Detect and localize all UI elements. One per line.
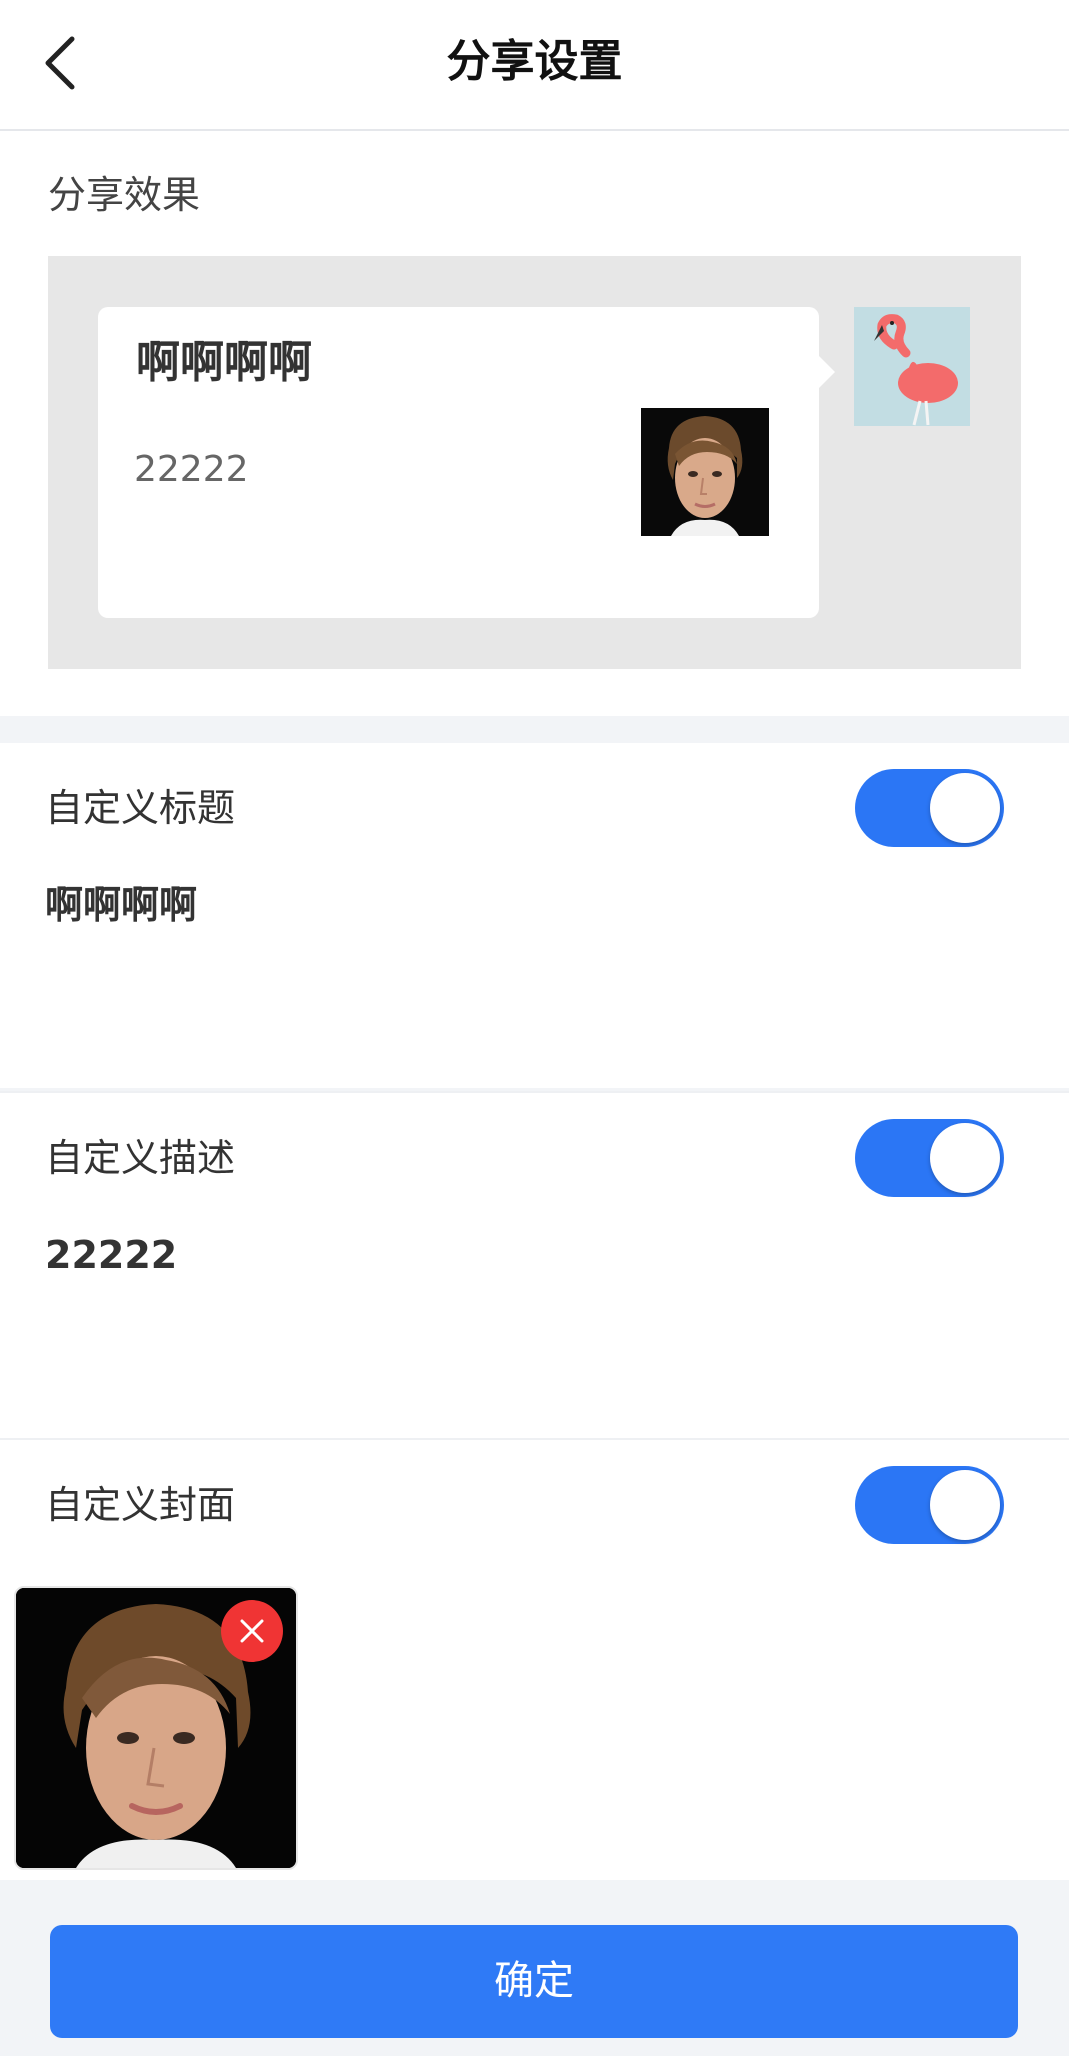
- close-icon: [240, 1619, 264, 1643]
- confirm-button[interactable]: 确定: [50, 1925, 1018, 2038]
- custom-description-setting: 自定义描述 22222: [0, 1091, 1069, 1438]
- preview-box: 啊啊啊啊 22222: [48, 256, 1021, 669]
- flamingo-avatar: [854, 307, 970, 426]
- custom-description-label: 自定义描述: [45, 1136, 236, 1180]
- custom-cover-setting: 自定义封面: [0, 1438, 1069, 1880]
- preview-label: 分享效果: [48, 173, 201, 217]
- share-card-title: 啊啊啊啊: [136, 337, 312, 388]
- page-title: 分享设置: [446, 36, 623, 87]
- share-preview-section: 分享效果 啊啊啊啊 22222: [0, 131, 1069, 716]
- custom-cover-toggle[interactable]: [855, 1466, 1004, 1544]
- toggle-knob: [930, 1470, 1000, 1540]
- custom-description-toggle[interactable]: [855, 1119, 1004, 1197]
- share-card: 啊啊啊啊 22222: [98, 307, 819, 618]
- custom-cover-label: 自定义封面: [45, 1483, 236, 1527]
- top-bar: 分享设置: [0, 0, 1069, 131]
- custom-title-label: 自定义标题: [45, 786, 236, 830]
- share-card-description: 22222: [134, 449, 249, 490]
- remove-cover-button[interactable]: [221, 1600, 283, 1662]
- custom-title-value[interactable]: 啊啊啊啊: [45, 878, 197, 932]
- toggle-knob: [930, 1123, 1000, 1193]
- custom-title-setting: 自定义标题 啊啊啊啊: [0, 743, 1069, 1088]
- custom-title-toggle[interactable]: [855, 769, 1004, 847]
- cover-image[interactable]: [14, 1586, 298, 1870]
- custom-description-value[interactable]: 22222: [45, 1228, 177, 1282]
- share-card-thumbnail: [641, 408, 769, 536]
- share-settings-page: 分享设置 分享效果 啊啊啊啊 22222 自定义标题 啊啊啊啊 自定义描述 22…: [0, 0, 1069, 2056]
- share-card-pointer: [819, 356, 835, 388]
- toggle-knob: [930, 773, 1000, 843]
